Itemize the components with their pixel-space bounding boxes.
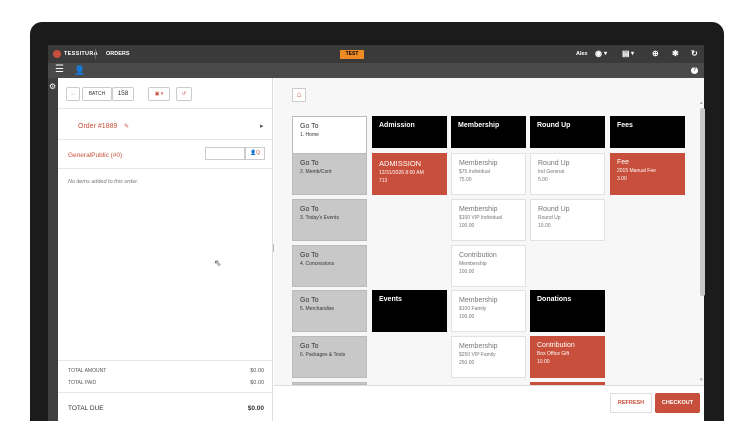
settings-icon[interactable]: ✱	[672, 49, 679, 59]
contribution-membership-tile[interactable]: Contribution Membership 100.00	[451, 245, 526, 287]
membership-individual-tile[interactable]: Membership $75 Individual 75.00	[451, 153, 526, 195]
membership-vip-family-tile[interactable]: Membership $250 VIP Family 250.00	[451, 336, 526, 378]
divider	[58, 360, 273, 361]
customer-search-input[interactable]	[205, 147, 245, 160]
scroll-down-arrow-icon[interactable]: ▾	[700, 377, 703, 383]
admission-item-tile[interactable]: ADMISSION 12/31/2026 8:00 AM 713	[372, 153, 447, 195]
gear-icon[interactable]: ⚙	[49, 83, 56, 91]
membership-family-tile[interactable]: Membership $100 Family 100.00	[451, 290, 526, 332]
donations-header: Donations	[530, 290, 605, 332]
app-stage: TESSITURA ORDERS TEST Alex ◉ ▾ ▤ ▾ ⊕ ✱ ↻…	[0, 0, 748, 421]
admission-header: Admission	[372, 116, 447, 148]
back-button[interactable]: ←	[66, 87, 80, 101]
roundup-ind-general-tile[interactable]: Round Up Ind General 5.00	[530, 153, 605, 195]
membership-vip-individual-tile[interactable]: Membership $100 VIP Individual 100.00	[451, 199, 526, 241]
nav-divider	[95, 49, 96, 59]
divider	[58, 108, 273, 109]
membership-header: Membership	[451, 116, 526, 148]
goto-home-tile[interactable]: Go To 1. Home	[292, 116, 367, 158]
goto-packages-tile[interactable]: Go To 6. Packages & Tests	[292, 336, 367, 378]
empty-order-message: No items added to this order.	[68, 179, 139, 185]
user-name[interactable]: Alex	[576, 51, 588, 57]
print-dropdown-button[interactable]: ▣ ▾	[148, 87, 170, 101]
help-icon[interactable]: ?	[691, 67, 698, 74]
divider	[58, 168, 273, 169]
refresh-icon[interactable]: ↻	[691, 49, 698, 59]
divider	[58, 139, 273, 140]
total-due-label: TOTAL DUE	[68, 405, 104, 412]
goto-concessions-tile[interactable]: Go To 4. Concessions	[292, 245, 367, 287]
divider	[58, 392, 273, 393]
customer-name[interactable]: GeneralPublic (#0)	[68, 152, 122, 159]
brand-name: TESSITURA	[64, 51, 98, 57]
mouse-cursor-icon: ⇖	[214, 258, 222, 268]
donation-contribution-tile[interactable]: Contribution Box Office Gift 10.00	[530, 336, 605, 378]
fee-tile[interactable]: Fee 2015 Manual Fee 3.00	[610, 153, 685, 195]
scroll-up-arrow-icon[interactable]: ▴	[700, 100, 703, 106]
refresh-button[interactable]: REFRESH	[610, 393, 652, 413]
fees-header: Fees	[610, 116, 685, 148]
checkout-button[interactable]: CHECKOUT	[655, 393, 700, 413]
top-navigation-bar: TESSITURA ORDERS TEST Alex ◉ ▾ ▤ ▾ ⊕ ✱ ↻	[48, 45, 704, 63]
edit-pencil-icon[interactable]: ✎	[124, 123, 129, 130]
hamburger-menu-icon[interactable]: ☰	[55, 65, 64, 75]
total-amount-label: TOTAL AMOUNT	[68, 368, 107, 374]
goto-merchandise-tile[interactable]: Go To 5. Merchandise	[292, 290, 367, 332]
roundup-header: Round Up	[530, 116, 605, 148]
total-due-value: $0.00	[247, 405, 264, 412]
events-header: Events	[372, 290, 447, 332]
chevron-down-icon[interactable]: ▾	[631, 49, 634, 59]
nav-orders-link[interactable]: ORDERS	[106, 51, 130, 57]
batch-number[interactable]: 158	[112, 87, 134, 101]
chevron-right-icon[interactable]: ▸	[260, 122, 264, 130]
undo-button[interactable]: ↺	[176, 87, 192, 101]
roundup-tile[interactable]: Round Up Round Up 10.00	[530, 199, 605, 241]
total-paid-value: $0.00	[250, 380, 264, 386]
tessitura-logo	[53, 50, 61, 58]
home-icon[interactable]: ⌂	[292, 88, 306, 102]
customer-search-icon[interactable]: 👤	[74, 65, 85, 75]
list-icon[interactable]: ▤	[622, 49, 630, 59]
user-icon[interactable]: ◉	[595, 49, 602, 59]
grid-scrollbar[interactable]	[700, 108, 705, 296]
plus-icon[interactable]: ⊕	[652, 49, 659, 59]
batch-label: BATCH	[82, 87, 112, 101]
goto-todays-events-tile[interactable]: Go To 3. Today's Events	[292, 199, 367, 241]
total-paid-label: TOTAL PAID	[68, 380, 97, 386]
order-panel: ← BATCH 158 ▣ ▾ ↺ Order #1889 ✎ ▸ Genera…	[58, 78, 273, 421]
goto-memb-cont-tile[interactable]: Go To 2. Memb/Cont	[292, 153, 367, 195]
order-number[interactable]: Order #1889	[78, 123, 117, 130]
environment-badge: TEST	[340, 50, 364, 59]
chevron-down-icon[interactable]: ▾	[604, 49, 607, 59]
customer-lookup-button[interactable]: 👤Q	[245, 147, 265, 160]
secondary-toolbar: ☰ 👤 ?	[48, 63, 704, 78]
total-amount-value: $0.00	[250, 368, 264, 374]
side-strip: ⚙	[48, 78, 58, 421]
